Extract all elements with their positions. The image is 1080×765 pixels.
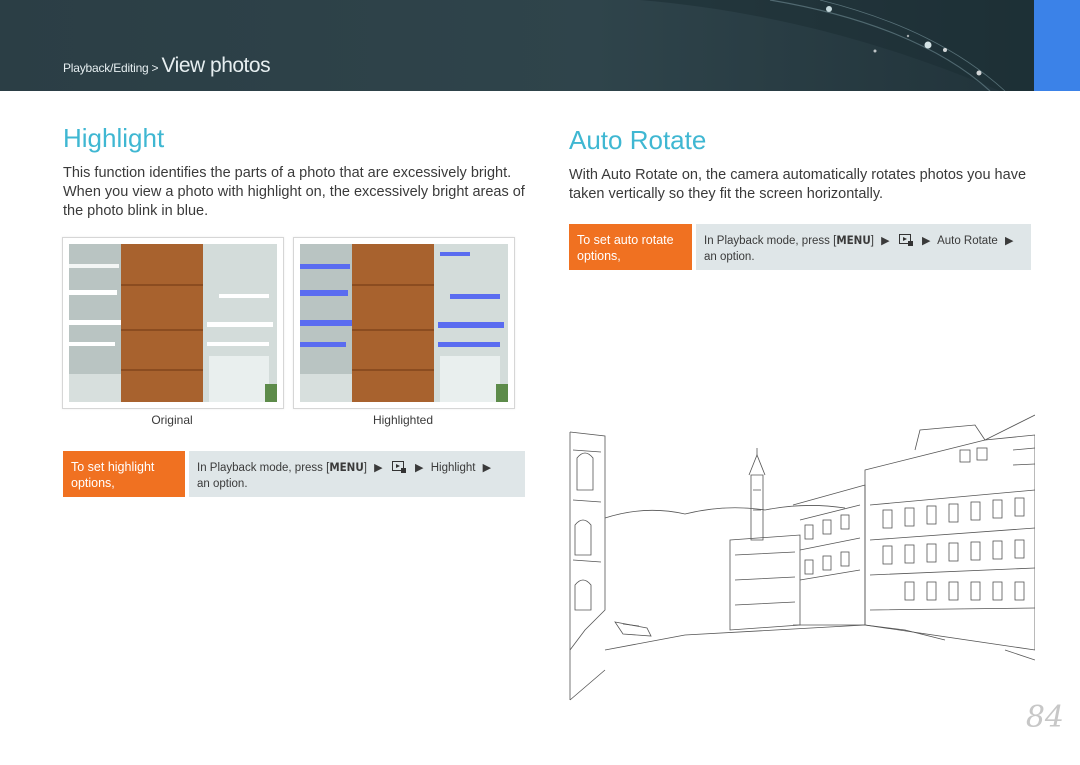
arrow-right-icon: ▶ bbox=[922, 235, 931, 247]
auto-rotate-instruction: In Playback mode, press [MENU] ▶ ▶ Auto … bbox=[696, 224, 1031, 270]
menu-key-label: MENU bbox=[329, 460, 364, 474]
original-office-image bbox=[69, 244, 277, 402]
arrow-right-icon: ▶ bbox=[881, 235, 890, 247]
highlight-description: This function identifies the parts of a … bbox=[63, 165, 525, 219]
menu-key-label: MENU bbox=[836, 233, 871, 247]
page-number: 84 bbox=[1025, 700, 1064, 735]
page-header: Playback/Editing > View photos bbox=[0, 0, 1080, 91]
caption-highlighted: Highlighted bbox=[372, 413, 434, 427]
menu-item-highlight: Highlight bbox=[430, 462, 476, 474]
auto-rotate-description: With Auto Rotate on, the camera automati… bbox=[569, 167, 1027, 202]
menu-item-auto-rotate: Auto Rotate bbox=[937, 235, 998, 247]
photo-highlighted bbox=[293, 237, 515, 409]
arrow-right-icon: ▶ bbox=[374, 462, 383, 474]
arrow-right-icon: ▶ bbox=[1005, 235, 1014, 247]
highlight-instruction: In Playback mode, press [MENU] ▶ ▶ Highl… bbox=[189, 451, 525, 497]
highlighted-office-image bbox=[300, 244, 508, 402]
arrow-right-icon: ▶ bbox=[415, 462, 424, 474]
breadcrumb: Playback/Editing > View photos bbox=[63, 54, 271, 78]
arrow-right-icon: ▶ bbox=[482, 462, 492, 474]
instr-end: an option. bbox=[197, 478, 248, 490]
instr-prefix: In Playback mode, press [ bbox=[197, 462, 330, 474]
instr-suffix: ] bbox=[363, 462, 367, 474]
breadcrumb-separator: > bbox=[151, 61, 159, 75]
photo-original bbox=[62, 237, 284, 409]
breadcrumb-current: View photos bbox=[161, 54, 271, 77]
playback-settings-icon bbox=[898, 234, 913, 246]
auto-rotate-options-tag: To set auto rotate options, bbox=[569, 224, 692, 270]
highlight-heading: Highlight bbox=[63, 123, 165, 153]
instr-end: an option. bbox=[704, 251, 755, 263]
playback-settings-icon bbox=[391, 461, 406, 473]
instr-prefix: In Playback mode, press [ bbox=[704, 235, 837, 247]
caption-original: Original bbox=[151, 413, 193, 427]
city-sketch-illustration bbox=[569, 414, 1035, 701]
instr-suffix: ] bbox=[870, 235, 874, 247]
auto-rotate-heading: Auto Rotate bbox=[569, 125, 707, 155]
highlight-options-tag: To set highlight options, bbox=[63, 451, 185, 497]
breadcrumb-parent[interactable]: Playback/Editing bbox=[63, 61, 149, 75]
header-accent-tab bbox=[1034, 0, 1080, 91]
